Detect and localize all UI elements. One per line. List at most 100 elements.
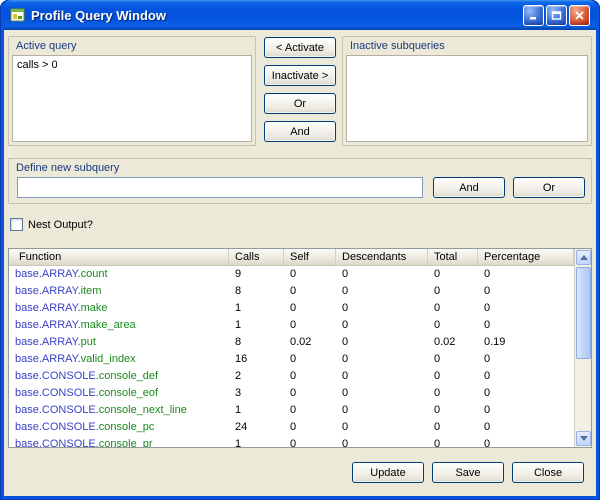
function-cell: base.ARRAY.valid_index: [9, 351, 229, 368]
table-row[interactable]: base.ARRAY.count90000: [9, 266, 574, 283]
active-query-label: Active query: [16, 40, 77, 52]
activate-button[interactable]: < Activate: [264, 37, 336, 58]
nest-output-label: Nest Output?: [28, 219, 93, 231]
value-cell: 0: [428, 402, 478, 419]
value-cell: 8: [229, 334, 284, 351]
column-header[interactable]: Descendants: [336, 249, 428, 265]
function-cell: base.ARRAY.count: [9, 266, 229, 283]
value-cell: 0: [284, 266, 336, 283]
update-button[interactable]: Update: [352, 462, 424, 483]
scroll-up-button[interactable]: [576, 250, 591, 265]
title-bar[interactable]: Profile Query Window: [4, 0, 596, 30]
value-cell: 0: [336, 334, 428, 351]
minimize-button[interactable]: [523, 5, 544, 26]
value-cell: 0.02: [428, 334, 478, 351]
value-cell: 0: [478, 436, 574, 447]
vertical-scrollbar[interactable]: [574, 249, 591, 447]
inactive-subqueries-list[interactable]: [346, 55, 588, 142]
value-cell: 0: [478, 385, 574, 402]
subquery-input[interactable]: [17, 177, 423, 198]
value-cell: 0: [478, 283, 574, 300]
define-subquery-group: Define new subquery And Or: [8, 158, 592, 204]
dialog-client-area: Active query calls > 0 < Activate Inacti…: [4, 30, 596, 496]
table-row[interactable]: base.ARRAY.item80000: [9, 283, 574, 300]
value-cell: 16: [229, 351, 284, 368]
value-cell: 0: [428, 283, 478, 300]
column-header[interactable]: Percentage: [478, 249, 574, 265]
value-cell: 0: [428, 317, 478, 334]
value-cell: 0: [284, 436, 336, 447]
value-cell: 0: [284, 351, 336, 368]
table-row[interactable]: base.ARRAY.make10000: [9, 300, 574, 317]
scroll-down-button[interactable]: [576, 431, 591, 446]
or-define-button[interactable]: Or: [513, 177, 585, 198]
value-cell: 0: [284, 385, 336, 402]
value-cell: 0: [478, 300, 574, 317]
nest-output-checkbox[interactable]: [10, 218, 23, 231]
minimize-icon: [528, 10, 539, 21]
arrow-down-icon: [580, 436, 588, 441]
value-cell: 0: [336, 266, 428, 283]
table-row[interactable]: base.ARRAY.put80.0200.020.19: [9, 334, 574, 351]
column-header[interactable]: Self: [284, 249, 336, 265]
value-cell: 0: [336, 385, 428, 402]
value-cell: 0: [478, 419, 574, 436]
list-item[interactable]: calls > 0: [13, 56, 251, 71]
value-cell: 9: [229, 266, 284, 283]
column-header[interactable]: Total: [428, 249, 478, 265]
column-header[interactable]: Calls: [229, 249, 284, 265]
function-cell: base.ARRAY.put: [9, 334, 229, 351]
function-cell: base.CONSOLE.console_def: [9, 368, 229, 385]
value-cell: 0: [478, 266, 574, 283]
window-title: Profile Query Window: [31, 8, 518, 23]
value-cell: 0: [336, 419, 428, 436]
close-dialog-button[interactable]: Close: [512, 462, 584, 483]
table-row[interactable]: base.CONSOLE.console_def20000: [9, 368, 574, 385]
inactivate-button[interactable]: Inactivate >: [264, 65, 336, 86]
save-button[interactable]: Save: [432, 462, 504, 483]
value-cell: 0: [336, 436, 428, 447]
arrow-up-icon: [580, 255, 588, 260]
value-cell: 0: [284, 402, 336, 419]
value-cell: 0: [284, 368, 336, 385]
value-cell: 0: [478, 402, 574, 419]
table-row[interactable]: base.CONSOLE.console_eof30000: [9, 385, 574, 402]
column-header[interactable]: Function: [9, 249, 229, 265]
value-cell: 0: [336, 351, 428, 368]
value-cell: 0: [428, 419, 478, 436]
close-button[interactable]: [569, 5, 590, 26]
function-cell: base.CONSOLE.console_pr: [9, 436, 229, 447]
value-cell: 0.02: [284, 334, 336, 351]
table-row[interactable]: base.CONSOLE.console_pc240000: [9, 419, 574, 436]
value-cell: 0: [284, 283, 336, 300]
value-cell: 0: [428, 385, 478, 402]
function-cell: base.ARRAY.item: [9, 283, 229, 300]
close-icon: [574, 10, 585, 21]
value-cell: 2: [229, 368, 284, 385]
value-cell: 0: [478, 368, 574, 385]
table-row[interactable]: base.ARRAY.valid_index160000: [9, 351, 574, 368]
scrollbar-thumb[interactable]: [576, 267, 591, 359]
or-transfer-button[interactable]: Or: [264, 93, 336, 114]
value-cell: 3: [229, 385, 284, 402]
value-cell: 1: [229, 317, 284, 334]
value-cell: 0: [478, 351, 574, 368]
value-cell: 0: [336, 317, 428, 334]
inactive-subqueries-label: Inactive subqueries: [350, 40, 445, 52]
table-body: base.ARRAY.count90000base.ARRAY.item8000…: [9, 266, 574, 447]
and-define-button[interactable]: And: [433, 177, 505, 198]
maximize-button[interactable]: [546, 5, 567, 26]
value-cell: 0: [428, 368, 478, 385]
inactive-subqueries-group: Inactive subqueries: [342, 36, 592, 146]
table-row[interactable]: base.ARRAY.make_area10000: [9, 317, 574, 334]
profile-results-table: FunctionCallsSelfDescendantsTotalPercent…: [8, 248, 592, 448]
and-transfer-button[interactable]: And: [264, 121, 336, 142]
value-cell: 0: [284, 419, 336, 436]
table-header: FunctionCallsSelfDescendantsTotalPercent…: [9, 249, 574, 266]
value-cell: 24: [229, 419, 284, 436]
active-query-list[interactable]: calls > 0: [12, 55, 252, 142]
table-row[interactable]: base.CONSOLE.console_pr10000: [9, 436, 574, 447]
define-subquery-label: Define new subquery: [16, 162, 119, 174]
table-row[interactable]: base.CONSOLE.console_next_line10000: [9, 402, 574, 419]
value-cell: 1: [229, 300, 284, 317]
